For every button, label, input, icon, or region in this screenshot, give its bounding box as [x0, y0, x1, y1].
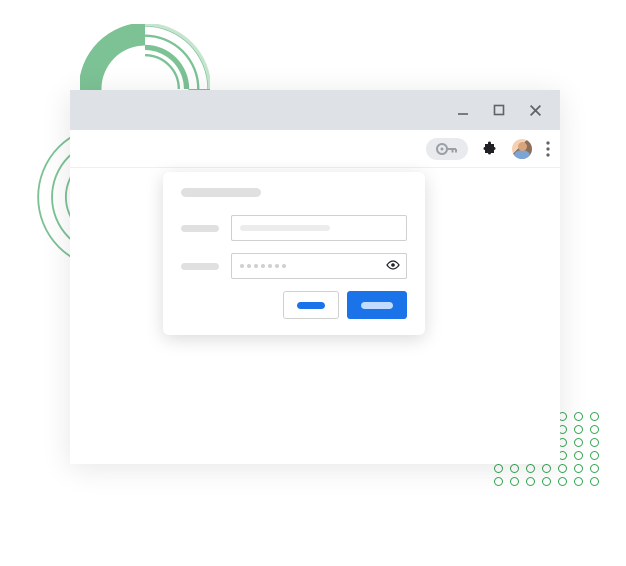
decorative-dot	[590, 412, 599, 421]
key-icon	[436, 143, 458, 155]
decorative-dot	[542, 477, 551, 486]
kebab-menu-button[interactable]	[546, 141, 550, 157]
decorative-dot	[558, 464, 567, 473]
decorative-dot	[526, 464, 535, 473]
decorative-dot	[590, 451, 599, 460]
kebab-menu-icon	[546, 141, 550, 157]
username-row	[181, 215, 407, 241]
close-button[interactable]	[528, 103, 542, 117]
decorative-dot	[590, 477, 599, 486]
show-password-button[interactable]	[386, 257, 400, 275]
password-label	[181, 263, 219, 270]
decorative-dot	[542, 464, 551, 473]
decorative-dot	[574, 425, 583, 434]
decorative-dot	[510, 464, 519, 473]
decorative-dot	[574, 412, 583, 421]
decorative-dot	[590, 464, 599, 473]
eye-icon	[386, 260, 400, 270]
decorative-dot	[526, 477, 535, 486]
decorative-dot	[574, 451, 583, 460]
decorative-dot	[574, 438, 583, 447]
password-key-pill[interactable]	[426, 138, 468, 160]
window-titlebar	[70, 90, 560, 130]
minimize-button[interactable]	[456, 103, 470, 117]
browser-window	[70, 90, 560, 464]
puzzle-icon	[482, 141, 498, 157]
decorative-dot	[494, 464, 503, 473]
decorative-dot	[510, 477, 519, 486]
primary-button[interactable]	[347, 291, 407, 319]
username-label	[181, 225, 219, 232]
content-area	[70, 168, 560, 464]
browser-toolbar	[70, 130, 560, 168]
maximize-button[interactable]	[492, 103, 506, 117]
primary-button-label	[361, 302, 393, 309]
decorative-dot	[558, 477, 567, 486]
decorative-dot	[494, 477, 503, 486]
extensions-button[interactable]	[482, 141, 498, 157]
password-row	[181, 253, 407, 279]
username-input[interactable]	[231, 215, 407, 241]
decorative-dot	[574, 464, 583, 473]
password-dots	[240, 264, 286, 268]
decorative-dot	[590, 438, 599, 447]
username-value	[240, 225, 330, 231]
popup-title	[181, 188, 261, 197]
decorative-dot	[590, 425, 599, 434]
password-input[interactable]	[231, 253, 407, 279]
secondary-button-label	[297, 302, 325, 309]
secondary-button[interactable]	[283, 291, 339, 319]
popup-actions	[181, 291, 407, 319]
profile-avatar[interactable]	[512, 139, 532, 159]
save-password-popup	[163, 172, 425, 335]
decorative-dot	[574, 477, 583, 486]
